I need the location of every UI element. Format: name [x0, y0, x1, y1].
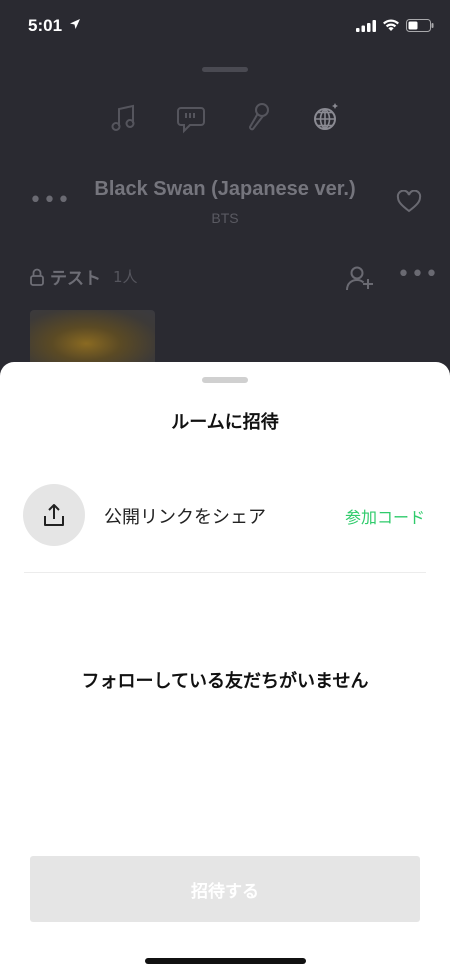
add-user-icon[interactable] — [345, 264, 375, 292]
room-name: テスト — [50, 269, 101, 289]
invite-button[interactable]: 招待する — [30, 856, 420, 922]
background-drag-handle — [202, 67, 248, 72]
empty-friends-message: フォローしている友だちがいません — [81, 671, 369, 692]
song-artist: BTS — [211, 210, 239, 226]
share-upload-icon — [44, 504, 64, 526]
music-note-icon[interactable] — [108, 100, 140, 136]
battery-icon — [406, 19, 434, 32]
player-mode-icons — [0, 100, 450, 140]
album-art — [30, 310, 155, 366]
sheet-title: ルームに招待 — [171, 412, 279, 433]
lyrics-bubble-icon[interactable] — [175, 100, 207, 136]
share-link-label: 公開リンクをシェア — [104, 507, 266, 528]
divider — [24, 572, 426, 573]
heart-icon[interactable] — [396, 190, 422, 214]
status-time: 5:01 — [28, 16, 63, 35]
status-bar: 5:01 — [0, 0, 450, 54]
song-title: Black Swan (Japanese ver.) — [94, 178, 356, 200]
home-indicator — [145, 958, 306, 964]
status-indicators — [356, 19, 434, 32]
disco-ball-icon[interactable] — [309, 100, 341, 136]
room-more-button[interactable]: ••• — [397, 262, 439, 287]
lock-icon — [30, 268, 44, 286]
room-member-count: 1人 — [113, 268, 138, 286]
join-code-link[interactable]: 参加コード — [345, 504, 425, 528]
microphone-icon[interactable] — [243, 100, 275, 136]
sheet-drag-handle[interactable] — [202, 377, 248, 383]
wifi-icon — [383, 19, 399, 31]
share-link-row[interactable]: 公開リンクをシェア 参加コード — [0, 482, 450, 548]
invite-sheet: ルームに招待 公開リンクをシェア 参加コード フォローしている友だちがいません … — [0, 362, 450, 975]
signal-icon — [356, 19, 376, 32]
share-button[interactable] — [23, 484, 85, 546]
location-arrow-icon — [70, 19, 80, 29]
room-header: テスト 1人 — [30, 264, 138, 289]
